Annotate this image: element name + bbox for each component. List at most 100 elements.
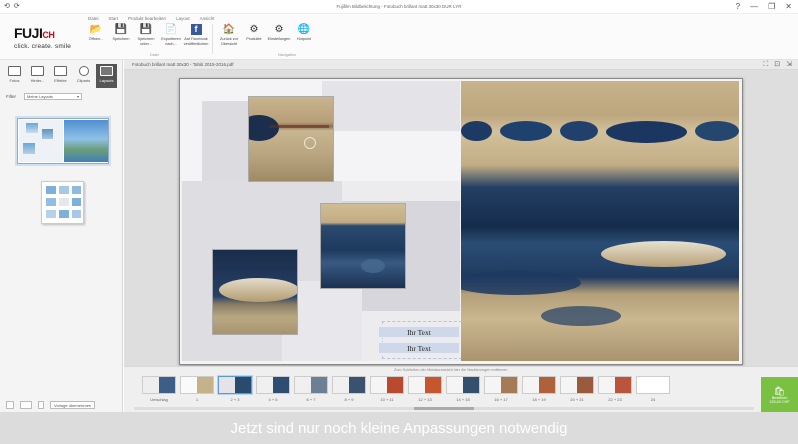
logo-brand: FUJI: [14, 25, 43, 41]
thumb-cover[interactable]: Umschlag: [142, 376, 176, 402]
logo-suffix: CH: [42, 30, 55, 40]
folder-icon: 📂: [89, 24, 103, 35]
open-button[interactable]: 📂 Öffnen...: [85, 24, 107, 54]
thumb-page-12-13[interactable]: 12 + 13: [408, 376, 442, 402]
thumb-page-18-19[interactable]: 18 + 19: [522, 376, 556, 402]
layout-thumbnail-2[interactable]: [41, 181, 84, 224]
clipart-icon: [78, 66, 89, 76]
layout-icon: [100, 66, 113, 76]
text-box-2[interactable]: Ihr Text: [378, 342, 460, 354]
home-icon: 🏠: [222, 24, 236, 35]
redo-icon[interactable]: ⟳: [14, 3, 20, 10]
thumb-page-4-5[interactable]: 4 + 5: [256, 376, 290, 402]
fullscreen-icon[interactable]: ⛶: [763, 61, 768, 69]
thumb-page-10-11[interactable]: 10 + 11: [370, 376, 404, 402]
thumb-page-2-3[interactable]: 2 + 3: [218, 376, 252, 402]
maximize-button[interactable]: ❐: [768, 2, 775, 11]
photo-frame-1[interactable]: [248, 96, 334, 182]
left-panel: Fotos Hinter... Effekte Cliparts Layouts…: [0, 60, 123, 412]
group-label-navigation: Navigation: [278, 53, 296, 57]
floppy-icon: 💾: [139, 24, 153, 35]
chevron-down-icon: ▾: [76, 94, 79, 99]
gear-icon: ⚙: [249, 24, 259, 35]
document-bar: Fotobuch brillant matt 30x30 - Tahiti 20…: [124, 60, 798, 70]
thumb-page-14-15[interactable]: 14 + 15: [446, 376, 480, 402]
page-filmstrip: Zum Schließen der Miniaturansicht hier d…: [124, 366, 798, 413]
facebook-button[interactable]: f Auf Facebook veröffentlichen: [184, 24, 208, 54]
order-button[interactable]: 🛍 Bestellen 125,00 CHF: [761, 377, 798, 413]
right-page-photo[interactable]: [461, 81, 739, 361]
filmstrip-scrollbar[interactable]: [134, 407, 754, 410]
title-bar: ⟲ ⟳ Fujifilm Bildbelichtung - Fotobuch b…: [0, 0, 798, 14]
help-button[interactable]: ?: [736, 2, 740, 11]
products-button[interactable]: ⚙ Produkte: [243, 24, 265, 54]
left-bottom-bar: Vorlage übernehmen: [0, 398, 123, 412]
filter-select[interactable]: Meine Layouts ▾: [24, 93, 82, 100]
photo-frame-2[interactable]: [320, 203, 406, 289]
web-button[interactable]: 🌐 Hotpoint: [293, 24, 315, 54]
settings-button[interactable]: ⚙ Einstellungen: [268, 24, 291, 54]
tool-effects[interactable]: Effekte: [50, 64, 71, 88]
tab-datei[interactable]: Datei: [88, 16, 99, 21]
app-window: ⟲ ⟳ Fujifilm Bildbelichtung - Fotobuch b…: [0, 0, 798, 444]
group-separator: [212, 24, 213, 54]
tool-cliparts[interactable]: Cliparts: [73, 64, 94, 88]
tab-start[interactable]: Start: [109, 16, 119, 21]
tab-produkt-bearbeiten[interactable]: Produkt bearbeiten: [128, 16, 166, 21]
ribbon-buttons: 📂 Öffnen... 💾 Speichern 💾 Speichern unte…: [85, 24, 315, 54]
save-as-button[interactable]: 💾 Speichern unter...: [135, 24, 157, 54]
home-button[interactable]: 🏠 Zurück zur Übersicht: [218, 24, 240, 54]
thumb-page-6-7[interactable]: 6 + 7: [294, 376, 328, 402]
window-title: Fujifilm Bildbelichtung - Fotobuch brill…: [336, 4, 462, 9]
ribbon: FUJICH click. create. smile Datei Start …: [0, 14, 798, 60]
tab-layout[interactable]: Layout: [176, 16, 190, 21]
expand-icon[interactable]: ⇲: [786, 61, 792, 69]
thumb-page-24[interactable]: 24: [636, 376, 670, 402]
filter-row: Filter Meine Layouts ▾: [0, 88, 122, 105]
double-page-toggle[interactable]: [20, 401, 32, 409]
gear-icon: ⚙: [274, 24, 284, 35]
floppy-icon: 💾: [114, 24, 128, 35]
export-icon: 📄: [164, 24, 178, 35]
close-button[interactable]: ✕: [785, 2, 792, 11]
photo-frame-3[interactable]: [212, 249, 298, 335]
photobook-spread[interactable]: Ihr Text Ihr Text: [179, 78, 743, 365]
filmstrip-header: Zum Schließen der Miniaturansicht hier d…: [394, 368, 508, 372]
quick-access-toolbar: ⟲ ⟳: [0, 3, 20, 10]
globe-icon: 🌐: [297, 24, 311, 35]
save-button[interactable]: 💾 Speichern: [110, 24, 132, 54]
left-toolbar: Fotos Hinter... Effekte Cliparts Layouts: [0, 60, 122, 88]
thumb-page-1[interactable]: 1: [180, 376, 214, 402]
thumb-page-16-17[interactable]: 16 + 17: [484, 376, 518, 402]
document-filename: Fotobuch brillant matt 30x30 - Tahiti 20…: [132, 62, 234, 67]
text-box-1[interactable]: Ihr Text: [378, 326, 460, 338]
layout-thumbnail-1[interactable]: [17, 118, 109, 164]
undo-icon[interactable]: ⟲: [4, 3, 10, 10]
effects-icon: [54, 66, 67, 76]
thumb-page-8-9[interactable]: 8 + 9: [332, 376, 366, 402]
scrollbar-thumb[interactable]: [414, 407, 474, 410]
grid-toggle[interactable]: [38, 401, 44, 409]
ribbon-tabs: Datei Start Produkt bearbeiten Layout An…: [88, 16, 214, 21]
thumbnail-list: Umschlag 1 2 + 3 4 + 5 6 + 7 8 + 9 10 + …: [142, 376, 670, 402]
minimize-button[interactable]: —: [750, 2, 758, 11]
filter-label: Filter: [6, 94, 16, 99]
tool-backgrounds[interactable]: Hinter...: [27, 64, 48, 88]
shopping-bag-icon: 🛍: [773, 385, 786, 396]
tool-photos[interactable]: Fotos: [4, 64, 25, 88]
background-icon: [31, 66, 44, 76]
left-page[interactable]: Ihr Text Ihr Text: [182, 81, 462, 361]
single-page-toggle[interactable]: [6, 401, 14, 409]
export-button[interactable]: 📄 Exportieren nach...: [160, 24, 182, 54]
thumb-page-20-21[interactable]: 20 + 21: [560, 376, 594, 402]
tab-ansicht[interactable]: Ansicht: [200, 16, 215, 21]
apply-template-button[interactable]: Vorlage übernehmen: [50, 401, 96, 409]
thumb-page-22-23[interactable]: 22 + 23: [598, 376, 632, 402]
order-price: 125,00 CHF: [769, 400, 790, 404]
facebook-icon: f: [190, 24, 202, 35]
tool-layouts[interactable]: Layouts: [96, 64, 117, 88]
instruction-banner: Jetzt sind nur noch kleine Anpassungen n…: [0, 412, 798, 444]
fit-icon[interactable]: ⊡: [774, 61, 780, 69]
logo-tagline: click. create. smile: [14, 43, 72, 50]
fujifilm-logo: FUJICH click. create. smile: [14, 26, 76, 50]
